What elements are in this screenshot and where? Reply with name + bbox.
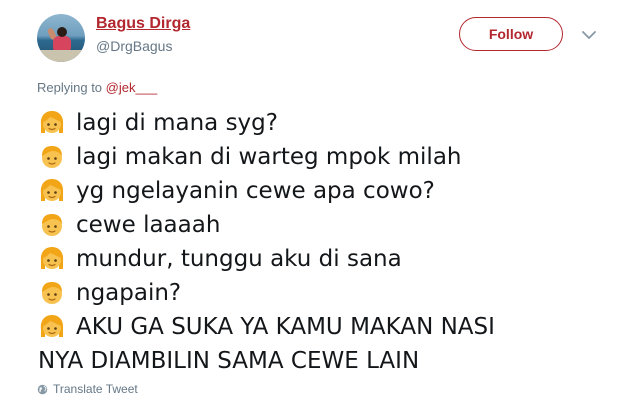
tweet-line: lagi di mana syg? xyxy=(38,106,598,140)
avatar-head xyxy=(57,27,67,37)
replying-to: Replying to @jek___ xyxy=(37,80,157,95)
display-name[interactable]: Bagus Dirga xyxy=(96,15,190,33)
tweet-text: lagi di mana syg? lagi makan di warteg m… xyxy=(38,106,598,378)
girl-emoji-icon xyxy=(40,179,64,201)
girl-emoji-icon xyxy=(40,315,64,337)
follow-button[interactable]: Follow xyxy=(459,17,563,51)
girl-emoji-icon xyxy=(40,111,64,133)
tweet-line: ngapain? xyxy=(38,276,598,310)
boy-emoji-icon xyxy=(42,282,62,304)
tweet-line-text: cewe laaaah xyxy=(76,212,221,238)
replying-prefix: Replying to xyxy=(37,80,103,95)
avatar-beach xyxy=(37,50,85,62)
translate-label: Translate Tweet xyxy=(53,382,138,396)
avatar-body xyxy=(53,36,71,50)
tweet-line-text: NYA DIAMBILIN SAMA CEWE LAIN xyxy=(38,348,420,374)
tweet-line: cewe laaaah xyxy=(38,208,598,242)
tweet-line-text: yg ngelayanin cewe apa cowo? xyxy=(76,178,435,204)
tweet-line: NYA DIAMBILIN SAMA CEWE LAIN xyxy=(38,344,598,378)
tweet-line: yg ngelayanin cewe apa cowo? xyxy=(38,174,598,208)
boy-emoji-icon xyxy=(42,214,62,236)
tweet-line-text: ngapain? xyxy=(76,280,182,306)
more-options-button[interactable] xyxy=(578,24,600,46)
tweet-line: mundur, tunggu aku di sana xyxy=(38,242,598,276)
tweet-line: lagi makan di warteg mpok milah xyxy=(38,140,598,174)
tweet-line: AKU GA SUKA YA KAMU MAKAN NASI xyxy=(38,310,598,344)
globe-icon xyxy=(37,384,48,394)
username[interactable]: @DrgBagus xyxy=(96,38,172,54)
tweet-line-text: mundur, tunggu aku di sana xyxy=(76,246,402,272)
tweet-card: Bagus Dirga @DrgBagus Follow Replying to… xyxy=(0,0,619,405)
tweet-line-text: lagi makan di warteg mpok milah xyxy=(76,144,462,170)
translate-tweet-button[interactable]: Translate Tweet xyxy=(37,382,138,396)
tweet-line-text: AKU GA SUKA YA KAMU MAKAN NASI xyxy=(76,314,495,340)
avatar[interactable] xyxy=(37,14,85,62)
boy-emoji-icon xyxy=(42,146,62,168)
girl-emoji-icon xyxy=(40,247,64,269)
chevron-down-icon xyxy=(582,30,596,39)
reply-mention-link[interactable]: @jek___ xyxy=(106,80,158,95)
tweet-line-text: lagi di mana syg? xyxy=(76,110,278,136)
